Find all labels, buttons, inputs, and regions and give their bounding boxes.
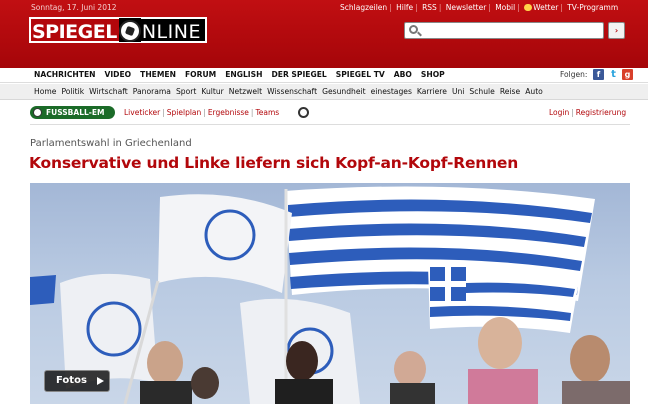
toplink-mobil[interactable]: Mobil [495, 3, 515, 12]
section-nav: Home Politik Wirtschaft Panorama Sport Kultur… [0, 84, 648, 100]
nav-shop[interactable]: SHOP [421, 70, 445, 79]
register-link[interactable]: Registrierung [576, 108, 626, 117]
toplink-rss[interactable]: RSS [422, 3, 437, 12]
football-icon [298, 107, 309, 118]
fussball-em-label: FUSSBALL-EM [46, 108, 105, 117]
photos-gallery-button[interactable]: Fotos [44, 370, 110, 392]
twitter-icon[interactable]: t [608, 69, 619, 80]
nav-themen[interactable]: THEMEN [140, 70, 176, 79]
em-link-liveticker[interactable]: Liveticker [124, 108, 160, 117]
nav-english[interactable]: ENGLISH [225, 70, 262, 79]
subnav-auto[interactable]: Auto [525, 87, 543, 96]
nav-forum[interactable]: FORUM [185, 70, 216, 79]
subnav-uni[interactable]: Uni [452, 87, 464, 96]
subnav-home[interactable]: Home [34, 87, 56, 96]
subnav-sport[interactable]: Sport [176, 87, 196, 96]
header-date: Sonntag, 17. Juni 2012 [31, 3, 117, 12]
article-headline[interactable]: Konservative und Linke liefern sich Kopf… [29, 154, 518, 172]
login-link[interactable]: Login [549, 108, 569, 117]
toplink-hilfe[interactable]: Hilfe [396, 3, 413, 12]
account-links: Login | Registrierung [549, 108, 627, 117]
nav-der-spiegel[interactable]: DER SPIEGEL [271, 70, 326, 79]
subnav-einestages[interactable]: einestages [371, 87, 412, 96]
photo-illustration [30, 186, 630, 404]
nav-abo[interactable]: ABO [394, 70, 412, 79]
logo-text-online: NLINE [140, 18, 206, 43]
photos-button-label: Fotos [56, 375, 87, 386]
top-links: Schlagzeilen | Hilfe | RSS | Newsletter | Mo… [340, 3, 619, 12]
fussball-em-badge[interactable]: FUSSBALL-EM [30, 106, 115, 119]
search-icon [409, 25, 418, 34]
subnav-schule[interactable]: Schule [469, 87, 494, 96]
em-links: Liveticker | Spielplan | Ergebnisse | Teams [124, 108, 280, 117]
flag-edge [30, 275, 56, 305]
search-input[interactable] [404, 22, 604, 39]
toplink-newsletter[interactable]: Newsletter [446, 3, 487, 12]
football-icon [33, 108, 42, 117]
toplink-tv-programm[interactable]: TV-Programm [567, 3, 618, 12]
facebook-icon[interactable]: f [593, 69, 604, 80]
weather-icon [524, 4, 533, 11]
article-kicker[interactable]: Parlamentswahl in Griechenland [30, 138, 192, 149]
football-icon [118, 20, 141, 42]
em-link-teams[interactable]: Teams [255, 108, 279, 117]
nav-spiegel-tv[interactable]: SPIEGEL TV [336, 70, 385, 79]
em-link-spielplan[interactable]: Spielplan [167, 108, 202, 117]
toplink-schlagzeilen[interactable]: Schlagzeilen [340, 3, 387, 12]
subnav-reise[interactable]: Reise [500, 87, 520, 96]
search-submit-button[interactable]: › [608, 22, 625, 39]
subnav-kultur[interactable]: Kultur [201, 87, 223, 96]
article-photo[interactable] [30, 183, 630, 404]
subnav-wissenschaft[interactable]: Wissenschaft [267, 87, 317, 96]
site-header: Sonntag, 17. Juni 2012 Schlagzeilen | Hil… [0, 0, 648, 68]
subnav-wirtschaft[interactable]: Wirtschaft [89, 87, 128, 96]
play-icon [97, 377, 104, 385]
main-nav: NACHRICHTEN VIDEO THEMEN FORUM ENGLISH DER SP… [0, 68, 648, 83]
divider [30, 124, 630, 125]
party-flag [158, 194, 292, 293]
logo-text-spiegel: SPIEGEL [30, 18, 119, 43]
spiegel-online-logo[interactable]: SPIEGEL NLINE [29, 17, 207, 43]
subnav-gesundheit[interactable]: Gesundheit [322, 87, 366, 96]
googleplus-icon[interactable]: g [622, 69, 633, 80]
subnav-politik[interactable]: Politik [61, 87, 84, 96]
nav-video[interactable]: VIDEO [104, 70, 131, 79]
subnav-karriere[interactable]: Karriere [417, 87, 447, 96]
toplink-wetter[interactable]: Wetter [533, 3, 558, 12]
nav-nachrichten[interactable]: NACHRICHTEN [34, 70, 95, 79]
subnav-netzwelt[interactable]: Netzwelt [229, 87, 262, 96]
follow-label: Folgen: [560, 70, 588, 79]
em-link-ergebnisse[interactable]: Ergebnisse [208, 108, 249, 117]
subnav-panorama[interactable]: Panorama [133, 87, 171, 96]
